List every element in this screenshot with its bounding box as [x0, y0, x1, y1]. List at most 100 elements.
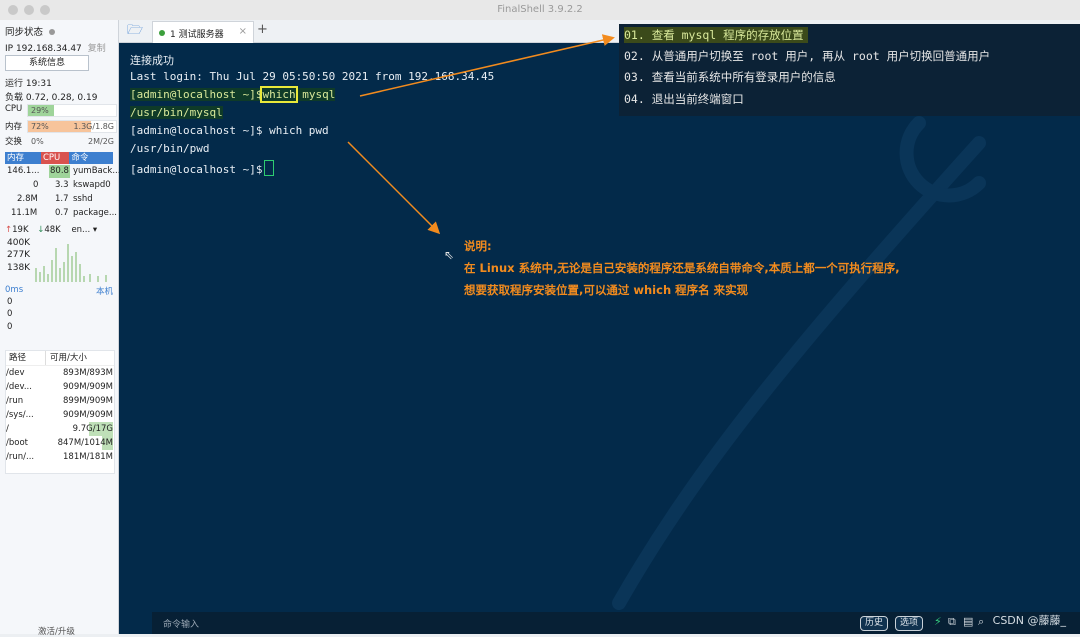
which-command-highlight: which [260, 86, 298, 103]
cpu-value: 29% [31, 106, 49, 115]
tab-label: 1 测试服务器 [170, 30, 224, 40]
disk-size: 909M/909M [63, 410, 113, 420]
watermark [612, 116, 986, 610]
proc-mem: 0 [33, 180, 39, 190]
swap-meter: 交换 0% 2M/2G [5, 135, 115, 147]
swap-detail: 2M/2G [88, 137, 114, 146]
disk-row[interactable]: /dev... 909M/909M [6, 380, 114, 394]
disk-table-header: 路径 可用/大小 [6, 351, 114, 366]
disk-row[interactable]: /run/... 181M/181M [6, 450, 114, 464]
proc-cmd: yumBack... [73, 166, 121, 176]
history-item[interactable]: 04. 退出当前终端窗口 [624, 91, 744, 107]
disk-path: /run/... [6, 452, 35, 462]
ping-latency: 0ms [5, 285, 24, 295]
proc-cmd: sshd [73, 194, 93, 204]
close-tab-icon[interactable]: × [239, 26, 247, 37]
search-icon[interactable]: ⌕ [978, 615, 984, 629]
sync-status: 同步状态 [5, 24, 56, 38]
history-item[interactable]: 02. 从普通用户切换至 root 用户, 再从 root 用户切换回普通用户 [624, 48, 990, 64]
proc-cmd: package... [73, 208, 117, 218]
disk-size: 909M/909M [63, 382, 113, 392]
disk-row[interactable]: /dev 893M/893M [6, 366, 114, 380]
mem-value: 72% [31, 122, 49, 131]
terminal-line: Last login: Thu Jul 29 05:50:50 2021 fro… [130, 70, 495, 83]
network-graph: 400K 277K 138K [5, 238, 113, 282]
copy-ip-link[interactable]: 复制 [88, 44, 106, 54]
disk-row[interactable]: /run 899M/909M [6, 394, 114, 408]
terminal-prompt-line: [admin@localhost ~]$ [130, 160, 275, 176]
disk-size: 893M/893M [63, 368, 113, 378]
net-interface-select[interactable]: en... [71, 225, 90, 235]
mem-detail: 1.3G/1.8G [73, 122, 114, 131]
history-item[interactable]: 01. 查看 mysql 程序的存放位置 [624, 27, 808, 43]
paste-icon[interactable]: ▤ [963, 615, 973, 628]
ping-host[interactable]: 本机 [96, 285, 113, 297]
disk-path: /dev [6, 368, 25, 378]
proc-col-mem[interactable]: 内存 [5, 152, 41, 164]
lightning-icon[interactable]: ⚡ [934, 615, 942, 628]
proc-mem: 11.1M [11, 208, 38, 218]
sidebar: 同步状态 IP 192.168.34.47 复制 系统信息 运行 19:31 负载… [0, 20, 120, 637]
terminal-output: /usr/bin/mysql [130, 106, 223, 119]
terminal-line: 连接成功 [130, 54, 174, 67]
sysinfo-button[interactable]: 系统信息 [5, 55, 89, 71]
ping-value: 0 [7, 297, 13, 307]
chevron-down-icon[interactable]: ▾ [90, 225, 97, 235]
options-button[interactable]: 选项 [895, 616, 924, 631]
disk-size: 181M/181M [63, 452, 113, 462]
output-text: /usr/bin/mysql [130, 106, 223, 119]
history-item[interactable]: 03. 查看当前系统中所有登录用户的信息 [624, 69, 836, 85]
disk-size: 899M/909M [63, 396, 113, 406]
disk-path: /boot [6, 438, 28, 448]
terminal-line: /usr/bin/pwd [130, 142, 210, 155]
prompt: [admin@localhost ~]$ [130, 88, 263, 101]
ip-row: IP 192.168.34.47 复制 [5, 41, 106, 54]
add-tab-icon[interactable]: + [257, 22, 268, 37]
proc-cpu: 1.7 [55, 194, 69, 204]
process-row[interactable]: 11.1M 0.7 package... [5, 207, 117, 220]
process-row[interactable]: 0 3.3 kswapd0 [5, 179, 113, 192]
net-up: 19K [12, 225, 29, 235]
prompt: [admin@localhost ~]$ [130, 163, 263, 176]
command-input-bar[interactable]: 命令输入 历史 选项 ⚡ ⧉ ▤ ⌕ CSDN @藤藤_ [152, 612, 1080, 634]
proc-col-cpu[interactable]: CPU [41, 152, 70, 164]
window-title: FinalShell 3.9.2.2 [497, 4, 583, 15]
cpu-meter: CPU 29% [5, 104, 117, 117]
disk-size: 9.7G/17G [72, 422, 113, 436]
folder-icon[interactable]: 🗁 [127, 24, 143, 37]
process-row[interactable]: 146.1... 80.8 yumBack... [5, 165, 120, 178]
disk-row[interactable]: /sys/... 909M/909M [6, 408, 114, 422]
mem-label: 内存 [5, 122, 23, 132]
proc-cmd: kswapd0 [73, 180, 111, 190]
proc-mem: 2.8M [17, 194, 38, 204]
ping-value: 0 [7, 309, 13, 319]
disk-col-size[interactable]: 可用/大小 [45, 351, 87, 365]
net-down: 48K [44, 225, 61, 235]
disk-row[interactable]: / 9.7G/17G [6, 422, 114, 436]
tab-test-server[interactable]: 1 测试服务器 × [152, 21, 254, 43]
note-title: 说明: [464, 239, 492, 253]
terminal[interactable]: 连接成功 Last login: Thu Jul 29 05:50:50 202… [119, 43, 1080, 634]
uptime: 运行 19:31 [5, 79, 52, 89]
ping-panel: 0ms 本机 0 0 0 [5, 285, 113, 332]
activate-upgrade-link[interactable]: 激活/升级 [38, 625, 75, 637]
note-line2: 想要获取程序安装位置,可以通过 which 程序名 来实现 [464, 283, 749, 297]
load-average: 负载 0.72, 0.28, 0.19 [5, 93, 98, 103]
proc-cpu: 0.7 [55, 208, 69, 218]
csdn-watermark: CSDN @藤藤_ [992, 614, 1066, 627]
memory-meter: 内存 72% 1.3G/1.8G [5, 120, 117, 133]
disk-row[interactable]: /boot 847M/1014M [6, 436, 114, 450]
proc-col-cmd[interactable]: 命令 [69, 152, 113, 164]
copy-icon[interactable]: ⧉ [948, 615, 956, 629]
sync-status-label: 同步状态 [5, 27, 44, 38]
disk-col-path[interactable]: 路径 [6, 351, 45, 365]
terminal-command-line: [admin@localhost ~]$which mysql [130, 86, 336, 103]
ip-address: IP 192.168.34.47 [5, 44, 82, 54]
status-dot-icon [49, 29, 56, 35]
network-graph-bars [35, 244, 107, 282]
command-input[interactable]: 命令输入 [163, 617, 199, 630]
ping-value: 0 [7, 322, 13, 332]
history-button[interactable]: 历史 [860, 616, 889, 631]
process-row[interactable]: 2.8M 1.7 sshd [5, 193, 113, 206]
mouse-pointer-icon: ⇖ [444, 248, 455, 262]
